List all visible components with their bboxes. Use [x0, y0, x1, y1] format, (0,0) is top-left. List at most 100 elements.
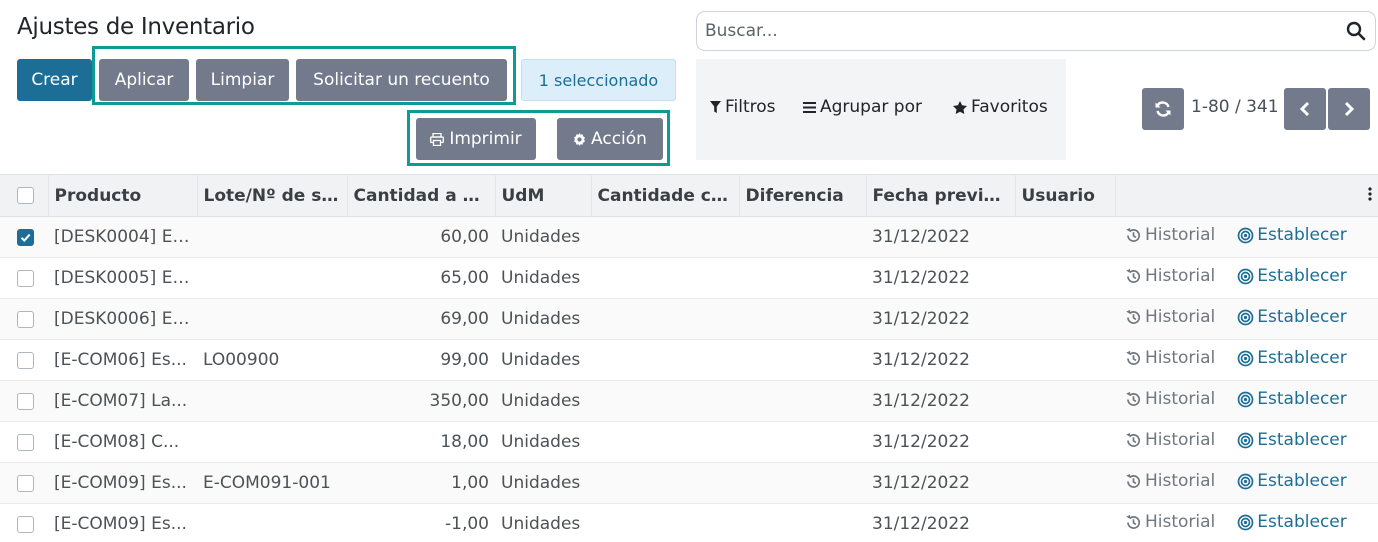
create-button[interactable]: Crear [17, 59, 92, 101]
scheduled-date-cell[interactable]: 31/12/2022 [866, 298, 1015, 340]
row-checkbox[interactable] [17, 351, 34, 369]
counted-qty-cell[interactable]: -1,00 [347, 503, 495, 542]
set-button[interactable]: Establecer [1237, 430, 1347, 450]
product-cell[interactable]: [DESK0005] Es... [48, 257, 197, 299]
table-row[interactable]: [E-COM08] C... 18,00 Unidades 31/12/2022 His… [0, 421, 1378, 463]
set-button[interactable]: Establecer [1237, 225, 1347, 245]
scheduled-date-cell[interactable]: 31/12/2022 [866, 380, 1015, 422]
counted-qty-cell[interactable]: 350,00 [347, 380, 495, 422]
scheduled-date-cell[interactable]: 31/12/2022 [866, 503, 1015, 542]
counted-qty-cell[interactable]: 18,00 [347, 421, 495, 463]
history-button[interactable]: Historial [1125, 430, 1215, 450]
set-button[interactable]: Establecer [1237, 512, 1347, 532]
counted-qty-cell[interactable]: 99,00 [347, 339, 495, 381]
history-button[interactable]: Historial [1125, 471, 1215, 491]
user-cell[interactable] [1015, 421, 1115, 463]
scheduled-date-cell[interactable]: 31/12/2022 [866, 216, 1015, 258]
set-button[interactable]: Establecer [1237, 471, 1347, 491]
lot-cell[interactable] [197, 503, 347, 542]
difference-cell[interactable] [739, 216, 866, 258]
counted-qty-cell[interactable]: 1,00 [347, 462, 495, 504]
difference-cell[interactable] [739, 462, 866, 504]
lot-cell[interactable] [197, 257, 347, 299]
product-cell[interactable]: [DESK0006] Es... [48, 298, 197, 340]
set-button[interactable]: Establecer [1237, 266, 1347, 286]
column-header-user[interactable]: Usuario [1015, 174, 1116, 217]
column-header-scheduled-date[interactable]: Fecha previst... [866, 174, 1016, 217]
row-checkbox[interactable] [17, 433, 34, 451]
product-cell[interactable]: [E-COM08] C... [48, 421, 197, 463]
table-row[interactable]: [DESK0006] Es... 69,00 Unidades 31/12/2022 H… [0, 298, 1378, 340]
uom-cell[interactable]: Unidades [495, 216, 591, 258]
table-row[interactable]: [E-COM06] Es... LO00900 99,00 Unidades 31/12… [0, 339, 1378, 381]
table-row[interactable]: [DESK0004] Es... 60,00 Unidades 31/12/2022 H… [0, 216, 1378, 258]
lot-cell[interactable] [197, 298, 347, 340]
column-header-difference[interactable]: Diferencia [739, 174, 867, 217]
pager-range[interactable]: 1-80 / 341 [1191, 97, 1279, 117]
history-button[interactable]: Historial [1125, 348, 1215, 368]
lot-cell[interactable] [197, 380, 347, 422]
history-button[interactable]: Historial [1125, 389, 1215, 409]
table-row[interactable]: [E-COM09] Es... -1,00 Unidades 31/12/2022 Hi… [0, 503, 1378, 542]
uom-cell[interactable]: Unidades [495, 380, 591, 422]
difference-cell[interactable] [739, 421, 866, 463]
user-cell[interactable] [1015, 503, 1115, 542]
product-cell[interactable]: [E-COM06] Es... [48, 339, 197, 381]
scheduled-date-cell[interactable]: 31/12/2022 [866, 257, 1015, 299]
filters-toggle[interactable]: Filtros [710, 97, 776, 117]
qty-on-hand-cell[interactable] [591, 421, 739, 463]
row-checkbox[interactable] [17, 392, 34, 410]
uom-cell[interactable]: Unidades [495, 257, 591, 299]
user-cell[interactable] [1015, 298, 1115, 340]
uom-cell[interactable]: Unidades [495, 462, 591, 504]
table-row[interactable]: [E-COM09] Es... E-COM091-001 1,00 Unidades 3… [0, 462, 1378, 504]
history-button[interactable]: Historial [1125, 307, 1215, 327]
action-button[interactable]: Acción [557, 118, 663, 160]
search-icon[interactable] [1345, 20, 1367, 42]
qty-on-hand-cell[interactable] [591, 380, 739, 422]
kebab-menu-icon[interactable] [1368, 186, 1372, 201]
counted-qty-cell[interactable]: 65,00 [347, 257, 495, 299]
product-cell[interactable]: [DESK0004] Es... [48, 216, 197, 258]
column-header-counted-qty[interactable]: Cantidad a m... [347, 174, 496, 217]
print-button[interactable]: Imprimir [416, 118, 536, 160]
difference-cell[interactable] [739, 339, 866, 381]
counted-qty-cell[interactable]: 69,00 [347, 298, 495, 340]
set-button[interactable]: Establecer [1237, 389, 1347, 409]
qty-on-hand-cell[interactable] [591, 462, 739, 504]
table-row[interactable]: [E-COM07] La... 350,00 Unidades 31/12/2022 H… [0, 380, 1378, 422]
set-button[interactable]: Establecer [1237, 307, 1347, 327]
user-cell[interactable] [1015, 216, 1115, 258]
request-count-button[interactable]: Solicitar un recuento [296, 59, 507, 101]
lot-cell[interactable]: E-COM091-001 [197, 462, 347, 504]
column-header-qty-on-hand[interactable]: Cantidade co... [591, 174, 740, 217]
search-input[interactable] [705, 21, 1325, 41]
scheduled-date-cell[interactable]: 31/12/2022 [866, 421, 1015, 463]
column-header-lot[interactable]: Lote/Nº de se... [197, 174, 348, 217]
pager-next-button[interactable] [1328, 88, 1370, 130]
reload-button[interactable] [1142, 88, 1184, 130]
favorites-toggle[interactable]: Favoritos [953, 97, 1048, 117]
history-button[interactable]: Historial [1125, 266, 1215, 286]
row-checkbox[interactable] [17, 515, 34, 533]
qty-on-hand-cell[interactable] [591, 298, 739, 340]
product-cell[interactable]: [E-COM07] La... [48, 380, 197, 422]
difference-cell[interactable] [739, 257, 866, 299]
difference-cell[interactable] [739, 298, 866, 340]
product-cell[interactable]: [E-COM09] Es... [48, 462, 197, 504]
difference-cell[interactable] [739, 380, 866, 422]
scheduled-date-cell[interactable]: 31/12/2022 [866, 339, 1015, 381]
row-checkbox[interactable] [17, 310, 34, 328]
set-button[interactable]: Establecer [1237, 348, 1347, 368]
pager-previous-button[interactable] [1284, 88, 1326, 130]
user-cell[interactable] [1015, 257, 1115, 299]
scheduled-date-cell[interactable]: 31/12/2022 [866, 462, 1015, 504]
user-cell[interactable] [1015, 462, 1115, 504]
uom-cell[interactable]: Unidades [495, 298, 591, 340]
uom-cell[interactable]: Unidades [495, 503, 591, 542]
lot-cell[interactable] [197, 421, 347, 463]
qty-on-hand-cell[interactable] [591, 339, 739, 381]
product-cell[interactable]: [E-COM09] Es... [48, 503, 197, 542]
qty-on-hand-cell[interactable] [591, 216, 739, 258]
qty-on-hand-cell[interactable] [591, 503, 739, 542]
